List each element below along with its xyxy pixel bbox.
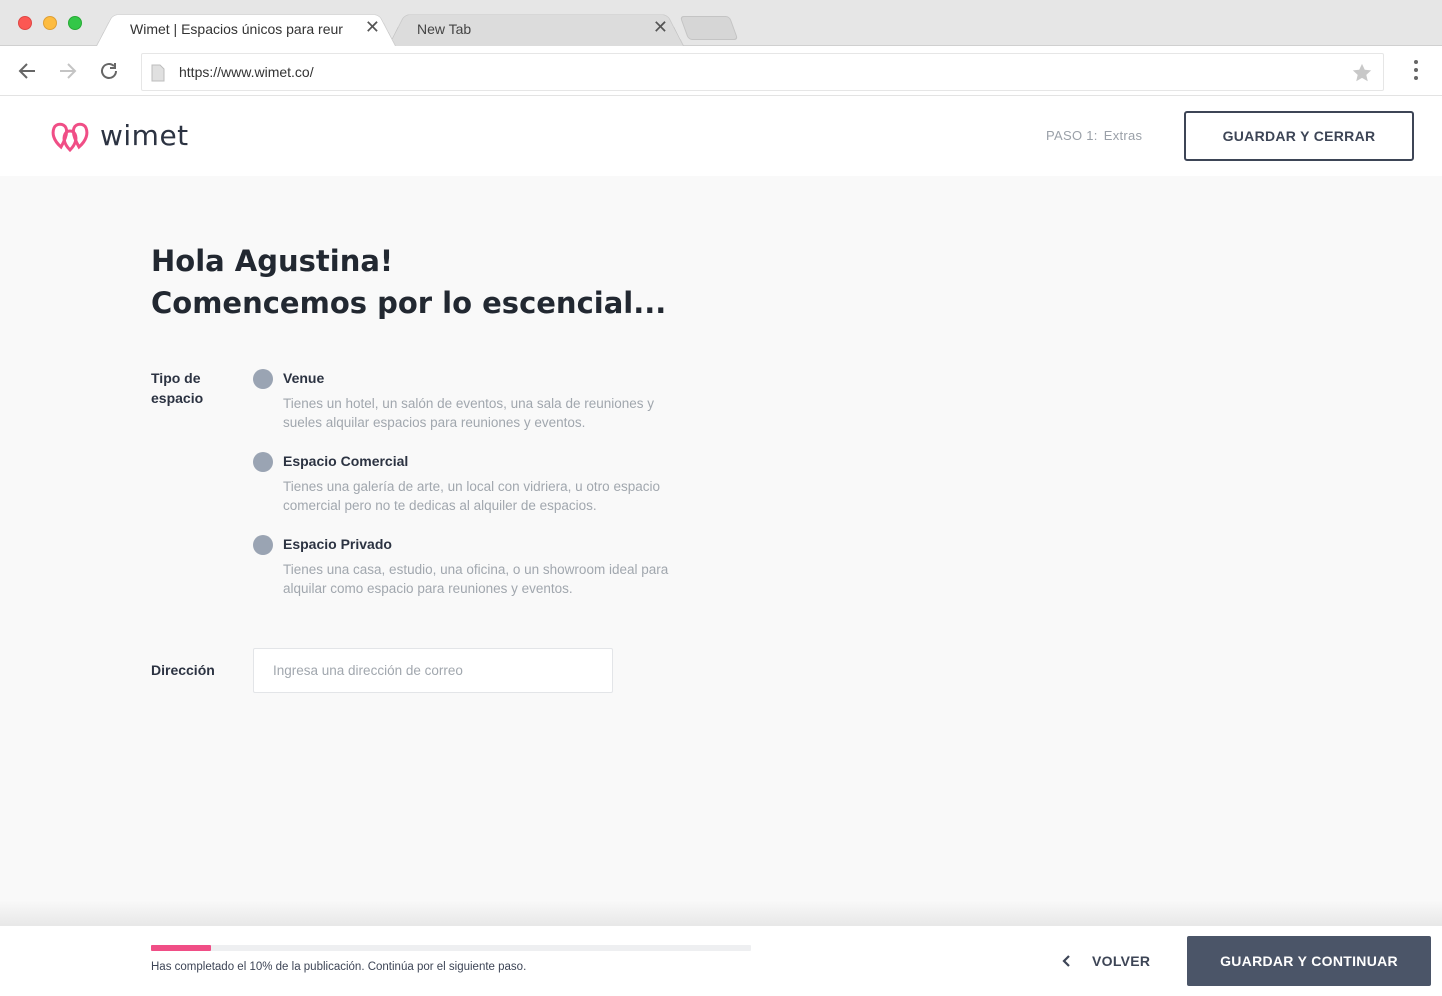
- footer-shadow: [0, 900, 1442, 926]
- option-description: Tienes una casa, estudio, una oficina, o…: [283, 562, 669, 596]
- progress-bar: [151, 945, 751, 951]
- tab-title: New Tab: [417, 21, 472, 37]
- wimet-logo[interactable]: wimet: [50, 119, 189, 152]
- close-icon[interactable]: ✕: [365, 18, 380, 36]
- step-indicator: PASO 1: Extras: [1046, 128, 1142, 143]
- kebab-menu-icon[interactable]: [1414, 60, 1420, 84]
- radio-venue[interactable]: [253, 369, 273, 389]
- close-icon[interactable]: ✕: [653, 18, 668, 36]
- browser-tab-active[interactable]: Wimet | Espacios únicos para reur ✕: [96, 10, 396, 46]
- back-button[interactable]: VOLVER: [1062, 950, 1150, 972]
- close-window-button[interactable]: [18, 16, 32, 30]
- tab-title: Wimet | Espacios únicos para reur: [130, 21, 343, 37]
- option-description: Tienes una galería de arte, un local con…: [283, 479, 660, 513]
- address-bar[interactable]: https://www.wimet.co/: [141, 53, 1384, 91]
- step-prefix: PASO 1:: [1046, 128, 1098, 143]
- forward-arrow-icon[interactable]: [56, 59, 80, 83]
- browser-toolbar: https://www.wimet.co/: [0, 46, 1442, 96]
- option-title: Espacio Comercial: [283, 453, 409, 469]
- option-description: Tienes un hotel, un salón de eventos, un…: [283, 396, 655, 430]
- option-title: Espacio Privado: [283, 536, 392, 552]
- page-icon: [151, 64, 165, 87]
- back-arrow-icon[interactable]: [15, 59, 39, 83]
- radio-espacio-comercial[interactable]: [253, 452, 273, 472]
- star-icon[interactable]: [1351, 62, 1373, 89]
- page-title: Hola Agustina! Comencemos por lo escenci…: [151, 240, 666, 324]
- progress-fill: [151, 945, 211, 951]
- subtitle-heading: Comencemos por lo escencial...: [151, 286, 667, 320]
- radio-espacio-privado[interactable]: [253, 535, 273, 555]
- chevron-left-icon: [1062, 954, 1072, 968]
- wimet-logo-icon: [51, 122, 89, 152]
- progress-text: Has completado el 10% de la publicación.…: [151, 961, 527, 973]
- space-type-label: Tipo de espacio: [151, 370, 204, 406]
- option-title: Venue: [283, 370, 325, 386]
- address-label: Dirección: [151, 662, 215, 678]
- app-header: wimet PASO 1: Extras GUARDAR Y CERRAR: [0, 97, 1442, 176]
- logo-text: wimet: [100, 119, 189, 152]
- minimize-window-button[interactable]: [43, 16, 57, 30]
- address-input[interactable]: [253, 648, 613, 693]
- step-name: Extras: [1103, 128, 1143, 143]
- browser-tab-new-tab[interactable]: New Tab ✕: [388, 10, 684, 46]
- reload-icon[interactable]: [97, 59, 121, 83]
- greeting-heading: Hola Agustina!: [151, 244, 394, 278]
- browser-tab-strip: Wimet | Espacios únicos para reur ✕ New …: [0, 0, 1442, 46]
- footer-bar: Has completado el 10% de la publicación.…: [0, 926, 1442, 996]
- main-content: Hola Agustina! Comencemos por lo escenci…: [0, 176, 1442, 926]
- url-text: https://www.wimet.co/: [179, 64, 314, 80]
- save-and-close-button[interactable]: GUARDAR Y CERRAR: [1184, 111, 1414, 161]
- back-label: VOLVER: [1092, 953, 1151, 969]
- new-tab-button[interactable]: [679, 16, 739, 40]
- save-and-continue-button[interactable]: GUARDAR Y CONTINUAR: [1187, 936, 1431, 986]
- maximize-window-button[interactable]: [68, 16, 82, 30]
